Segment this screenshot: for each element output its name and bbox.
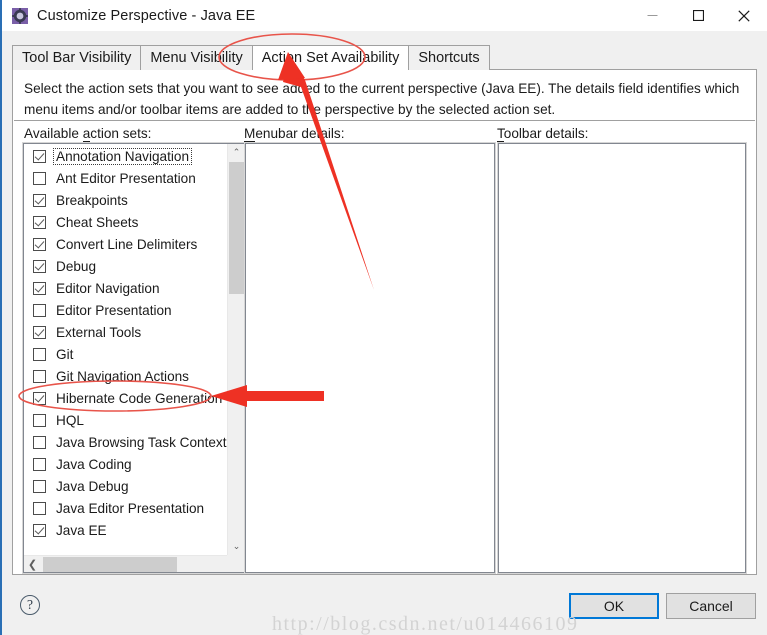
action-set-label: Debug	[56, 258, 97, 274]
tab-content-panel: Select the action sets that you want to …	[12, 69, 757, 575]
ok-button[interactable]: OK	[569, 593, 659, 619]
horizontal-scrollbar-thumb[interactable]	[43, 557, 177, 572]
checkbox-checked-icon[interactable]	[33, 523, 46, 537]
action-set-label: Java Debug	[56, 478, 129, 494]
action-set-row[interactable]: Convert Line Delimiters	[24, 233, 227, 255]
window-title: Customize Perspective - Java EE	[37, 7, 256, 24]
action-set-row[interactable]: Editor Presentation	[24, 299, 227, 321]
action-set-row[interactable]: Git Navigation Actions	[24, 365, 227, 387]
checkbox-checked-icon[interactable]	[33, 281, 46, 295]
maximize-button[interactable]	[675, 0, 721, 31]
window-controls	[629, 0, 767, 31]
list-vertical-scrollbar[interactable]: ⌃ ⌄	[227, 144, 244, 555]
checkbox-checked-icon[interactable]	[33, 259, 46, 273]
action-set-label: Breakpoints	[56, 192, 128, 208]
vertical-scrollbar-thumb[interactable]	[229, 162, 244, 294]
checkbox-unchecked-icon[interactable]	[33, 457, 46, 471]
toolbar-details-panel[interactable]	[497, 142, 747, 574]
checkbox-unchecked-icon[interactable]	[33, 171, 46, 185]
checkbox-checked-icon[interactable]	[33, 149, 46, 163]
tab-strip: Tool Bar Visibility Menu Visibility Acti…	[12, 45, 757, 71]
action-set-label: Hibernate Code Generation	[56, 390, 223, 406]
menubar-details-panel[interactable]	[244, 142, 496, 574]
action-set-rows: Annotation Navigation Ant Editor Presenta…	[24, 144, 227, 555]
action-set-label: Convert Line Delimiters	[56, 236, 198, 252]
action-set-row[interactable]: Breakpoints	[24, 189, 227, 211]
checkbox-unchecked-icon[interactable]	[33, 347, 46, 361]
action-set-label: Java Editor Presentation	[56, 500, 205, 516]
action-set-label: Ant Editor Presentation	[56, 170, 196, 186]
customize-perspective-dialog: Customize Perspective - Java EE Tool Bar…	[0, 0, 767, 635]
scroll-down-icon[interactable]: ⌄	[228, 538, 245, 555]
action-set-label: Java Browsing Task Context	[56, 434, 227, 450]
watermark-text: http://blog.csdn.net/u014466109	[272, 613, 579, 635]
action-set-label: Cheat Sheets	[56, 214, 139, 230]
tab-label: Menu Visibility	[150, 50, 243, 66]
scroll-left-icon[interactable]: ❮	[24, 556, 41, 573]
action-set-row[interactable]: Java Browsing Task Context	[24, 431, 227, 453]
checkbox-unchecked-icon[interactable]	[33, 413, 46, 427]
action-set-row[interactable]: External Tools	[24, 321, 227, 343]
action-set-row[interactable]: Editor Navigation	[24, 277, 227, 299]
checkbox-unchecked-icon[interactable]	[33, 369, 46, 383]
minimize-button[interactable]	[629, 0, 675, 31]
description-separator	[14, 120, 755, 121]
action-set-row[interactable]: Git	[24, 343, 227, 365]
toolbar-details-label: Toolbar details:	[497, 126, 589, 142]
close-button[interactable]	[721, 0, 767, 31]
action-set-label: Java EE	[56, 522, 107, 538]
available-action-sets-label: Available action sets:	[24, 126, 152, 142]
action-set-row[interactable]: Debug	[24, 255, 227, 277]
tab-label: Tool Bar Visibility	[22, 50, 132, 66]
scroll-up-icon[interactable]: ⌃	[228, 144, 245, 161]
available-action-sets-list[interactable]: Annotation Navigation Ant Editor Presenta…	[22, 142, 246, 574]
tab-action-set-availability[interactable]: Action Set Availability	[251, 45, 410, 71]
tab-tool-bar-visibility[interactable]: Tool Bar Visibility	[12, 45, 142, 70]
checkbox-unchecked-icon[interactable]	[33, 303, 46, 317]
description-text: Select the action sets that you want to …	[24, 81, 740, 117]
action-set-label: Git Navigation Actions	[56, 368, 189, 384]
perspective-gear-icon	[12, 7, 28, 24]
list-horizontal-scrollbar[interactable]: ❮ ❯	[24, 555, 244, 572]
checkbox-unchecked-icon[interactable]	[33, 435, 46, 449]
action-set-label: Editor Navigation	[56, 280, 160, 296]
checkbox-checked-icon[interactable]	[33, 215, 46, 229]
action-set-row[interactable]: Java EE	[24, 519, 227, 541]
title-bar: Customize Perspective - Java EE	[2, 0, 767, 31]
action-set-label: Git	[56, 346, 74, 362]
checkbox-checked-icon[interactable]	[33, 237, 46, 251]
action-set-row[interactable]: Hibernate Code Generation	[24, 387, 227, 409]
action-set-label: Java Coding	[56, 456, 132, 472]
action-set-label: Annotation Navigation	[52, 147, 193, 165]
checkbox-checked-icon[interactable]	[33, 325, 46, 339]
action-set-label: HQL	[56, 412, 84, 428]
action-set-row[interactable]: Java Editor Presentation	[24, 497, 227, 519]
scrollbar-corner	[227, 555, 244, 572]
tab-shortcuts[interactable]: Shortcuts	[408, 45, 490, 70]
action-set-row[interactable]: HQL	[24, 409, 227, 431]
action-set-row[interactable]: Java Coding	[24, 453, 227, 475]
action-set-row[interactable]: Java Debug	[24, 475, 227, 497]
checkbox-unchecked-icon[interactable]	[33, 479, 46, 493]
cancel-button[interactable]: Cancel	[666, 593, 756, 619]
action-set-label: Editor Presentation	[56, 302, 172, 318]
action-set-row[interactable]: Ant Editor Presentation	[24, 167, 227, 189]
tab-menu-visibility[interactable]: Menu Visibility	[140, 45, 253, 70]
action-set-row[interactable]: Cheat Sheets	[24, 211, 227, 233]
help-icon[interactable]: ?	[20, 595, 40, 615]
tab-label: Action Set Availability	[261, 50, 400, 66]
checkbox-checked-icon[interactable]	[33, 391, 46, 405]
action-set-row[interactable]: Annotation Navigation	[24, 145, 227, 167]
checkbox-unchecked-icon[interactable]	[33, 501, 46, 515]
tab-label: Shortcuts	[418, 50, 480, 66]
checkbox-checked-icon[interactable]	[33, 193, 46, 207]
action-set-label: External Tools	[56, 324, 142, 340]
menubar-details-label: Menubar details:	[244, 126, 345, 142]
